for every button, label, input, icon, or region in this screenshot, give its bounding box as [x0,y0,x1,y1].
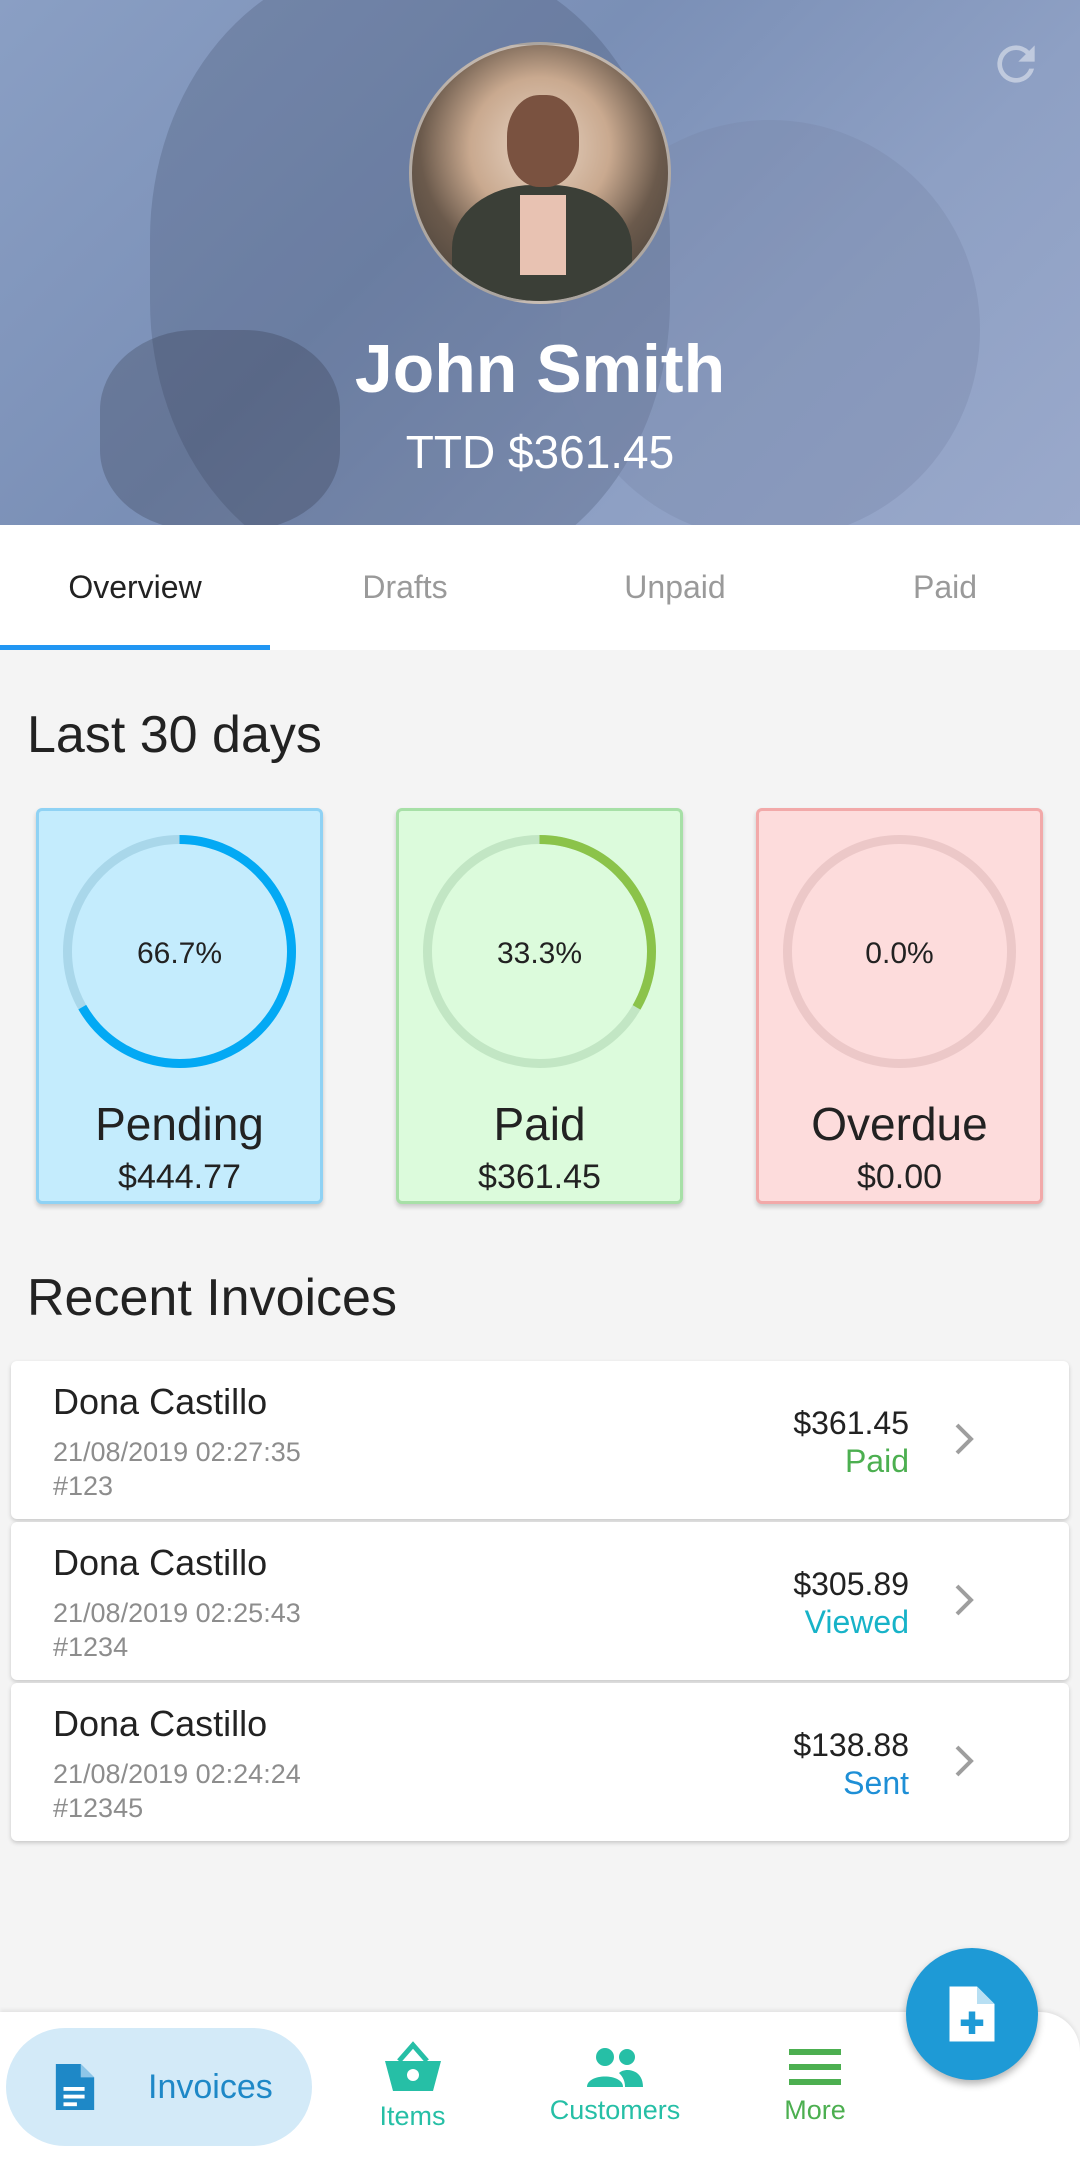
tab-overview[interactable]: Overview [0,525,270,650]
invoice-customer: Dona Castillo [53,1703,268,1744]
invoice-date: 21/08/2019 02:24:24 [53,1759,301,1789]
new-invoice-icon [949,1986,995,2042]
nav-invoices[interactable]: Invoices [6,2028,312,2146]
chevron-right-icon [955,1584,974,1616]
nav-customers-label: Customers [549,2094,681,2125]
overdue-card[interactable]: 0.0% Overdue $0.00 [756,808,1043,1204]
nav-invoices-label: Invoices [148,2067,273,2106]
overdue-percent: 0.0% [865,937,934,970]
people-icon [587,2047,643,2087]
invoice-date: 21/08/2019 02:27:35 [53,1437,301,1467]
paid-amount: $361.45 [478,1158,601,1196]
summary-title: Last 30 days [27,706,322,764]
pending-card[interactable]: 66.7% Pending $444.77 [36,808,323,1204]
new-invoice-button[interactable] [906,1948,1038,2080]
invoice-status: Paid [844,1443,909,1479]
invoice-customer: Dona Castillo [53,1381,268,1422]
invoice-number: #12345 [53,1793,144,1823]
chevron-right-icon [955,1745,974,1777]
basket-icon [384,2040,441,2091]
invoice-row[interactable]: Dona Castillo 21/08/2019 02:25:43 #1234 … [11,1522,1069,1680]
nav-customers[interactable]: Customers [540,2012,690,2160]
invoice-status: Sent [843,1765,909,1801]
avatar-shape [520,195,566,275]
invoice-status: Viewed [804,1604,909,1640]
tab-paid[interactable]: Paid [810,525,1080,650]
invoice-amount: $138.88 [793,1727,909,1763]
tab-bar: Overview Drafts Unpaid Paid [0,525,1080,650]
paid-card[interactable]: 33.3% Paid $361.45 [396,808,683,1204]
nav-more-label: More [784,2094,846,2125]
document-icon [55,2064,95,2110]
tab-drafts[interactable]: Drafts [270,525,540,650]
invoice-number: #123 [53,1471,114,1501]
invoice-row[interactable]: Dona Castillo 21/08/2019 02:24:24 #12345… [11,1683,1069,1841]
menu-icon [789,2048,841,2085]
profile-balance: TTD $361.45 [405,426,675,478]
paid-label: Paid [493,1098,586,1150]
tab-unpaid[interactable]: Unpaid [540,525,810,650]
overdue-label: Overdue [811,1098,988,1150]
chevron-right-icon [955,1423,974,1455]
nav-items-label: Items [379,2100,446,2131]
invoice-customer: Dona Castillo [53,1542,268,1583]
avatar [409,42,671,304]
refresh-icon[interactable] [988,36,1044,92]
invoice-number: #1234 [53,1632,129,1662]
pending-amount: $444.77 [118,1158,241,1196]
nav-more[interactable]: More [760,2012,870,2160]
avatar-shape [507,95,579,187]
invoice-amount: $361.45 [793,1405,909,1441]
profile-header: John Smith TTD $361.45 [0,0,1080,525]
invoice-date: 21/08/2019 02:25:43 [53,1598,301,1628]
recent-invoices-title: Recent Invoices [27,1269,397,1327]
paid-percent: 33.3% [496,937,583,970]
overdue-amount: $0.00 [856,1158,943,1196]
profile-name: John Smith [354,331,726,407]
pending-label: Pending [95,1098,264,1150]
invoice-row[interactable]: Dona Castillo 21/08/2019 02:27:35 #123 $… [11,1361,1069,1519]
nav-items[interactable]: Items [350,2012,475,2160]
pending-percent: 66.7% [136,937,223,970]
invoice-amount: $305.89 [793,1566,909,1602]
